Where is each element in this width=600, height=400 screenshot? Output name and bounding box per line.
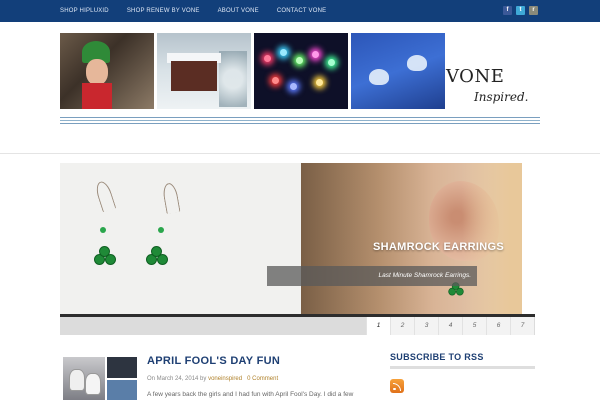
featured-slider[interactable]: [60, 163, 522, 314]
slider-page-4[interactable]: 4: [438, 317, 462, 335]
facebook-glyph: f: [506, 7, 509, 13]
widget-title-rule: [390, 366, 535, 369]
nav-shop-hipluxid[interactable]: SHOP HIPLUXID: [60, 0, 109, 22]
rss-widget-title: SUBSCRIBE TO RSS: [390, 352, 484, 362]
header-divider: [0, 153, 600, 154]
nav-shop-renew[interactable]: SHOP RENEW BY VONE: [127, 0, 200, 22]
banner-photo-elf-child: [60, 33, 154, 109]
twitter-icon[interactable]: t: [516, 6, 525, 15]
post-excerpt: A few years back the girls and I had fun…: [147, 391, 354, 398]
slide-title[interactable]: SHAMROCK EARRINGS: [373, 241, 504, 253]
main-nav: SHOP HIPLUXID SHOP RENEW BY VONE ABOUT V…: [60, 0, 344, 22]
slide-caption-box: Last Minute Shamrock Earrings.: [267, 266, 477, 286]
facebook-icon[interactable]: f: [503, 6, 512, 15]
twitter-glyph: t: [519, 7, 522, 13]
slider-page-3[interactable]: 3: [414, 317, 438, 335]
slide-photo-ear: [301, 163, 522, 314]
post-meta: On March 24, 2014 by voneinspired 0 Comm…: [147, 376, 278, 382]
post-comments-link[interactable]: 0 Comment: [247, 376, 278, 382]
slider-page-6[interactable]: 6: [486, 317, 510, 335]
nav-about[interactable]: ABOUT VONE: [218, 0, 259, 22]
slider-page-7[interactable]: 7: [510, 317, 534, 335]
logo-sub-text: Inspired.: [474, 90, 529, 104]
banner-photo-snowy-cabin: [157, 33, 251, 109]
slider-page-1[interactable]: 1: [366, 317, 390, 335]
post-author-link[interactable]: voneinspired: [208, 376, 242, 382]
logo-main-text: VONE: [446, 66, 505, 87]
post-thumbnail[interactable]: [63, 357, 137, 400]
banner-photo-lights: [254, 33, 348, 109]
post-title[interactable]: APRIL FOOL'S DAY FUN: [147, 355, 280, 367]
nav-contact[interactable]: CONTACT VONE: [277, 0, 327, 22]
header-stripes: [60, 117, 540, 125]
slider-pager: 1 2 3 4 5 6 7: [60, 314, 535, 335]
slider-page-2[interactable]: 2: [390, 317, 414, 335]
rss-glyph: r: [532, 7, 535, 13]
site-logo[interactable]: VONE Inspired.: [446, 66, 542, 112]
banner-photo-hearts: [351, 33, 445, 109]
top-navigation-bar: SHOP HIPLUXID SHOP RENEW BY VONE ABOUT V…: [0, 0, 600, 22]
slide-caption: Last Minute Shamrock Earrings.: [378, 272, 471, 279]
post-date: On March 24, 2014: [147, 376, 199, 382]
social-links: f t r: [503, 6, 538, 15]
slider-page-5[interactable]: 5: [462, 317, 486, 335]
post-by: by: [200, 376, 207, 382]
rss-feed-icon[interactable]: r: [529, 6, 538, 15]
rss-subscribe-icon[interactable]: [390, 379, 404, 393]
header-banner[interactable]: [60, 33, 445, 109]
slide-photo-earrings: [60, 163, 301, 314]
slider-page-list: 1 2 3 4 5 6 7: [366, 317, 534, 335]
